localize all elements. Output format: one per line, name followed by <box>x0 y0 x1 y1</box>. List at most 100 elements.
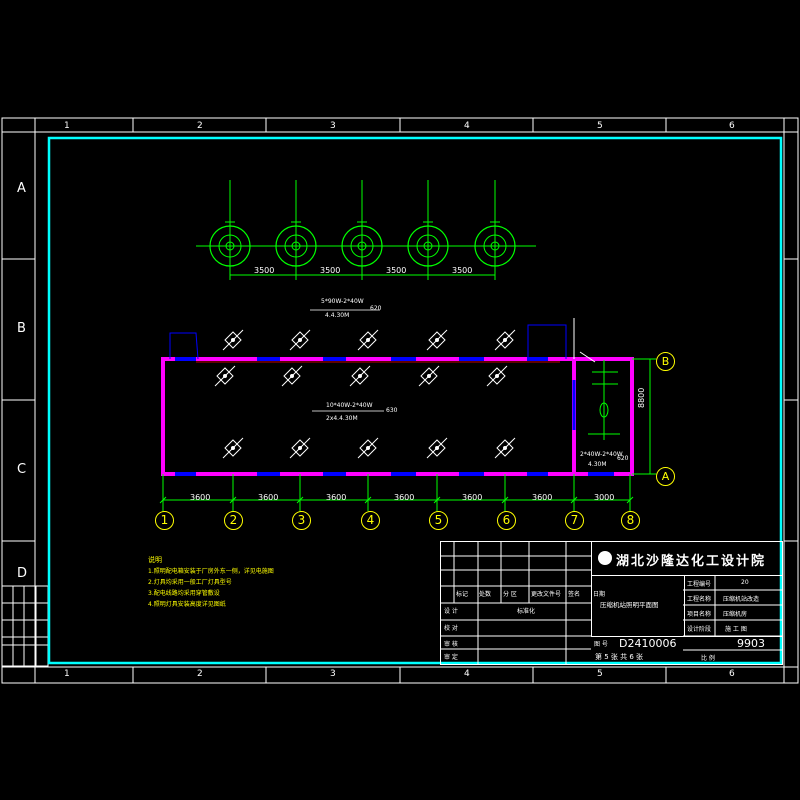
canopy-right <box>527 324 567 359</box>
lamp-icon <box>486 365 508 387</box>
lamp-dot <box>290 374 294 378</box>
top-circuit-label: 5*90W-2*40W <box>321 298 364 305</box>
sheet-number: 第 5 张 共 6 张 <box>595 653 644 661</box>
role-label: 设 计 <box>444 608 458 615</box>
ratio-label: 比 例 <box>701 655 715 662</box>
drawing-title: 压缩机站照明平面图 <box>600 601 659 609</box>
drawing-number-row: 图 号 D2410006 9903 第 5 张 共 6 张 比 例 <box>591 636 782 665</box>
dim-label: 3600 <box>326 493 347 502</box>
axis-bubble: 2 <box>224 511 243 530</box>
lamp-dot <box>366 446 370 450</box>
dim-label: 3600 <box>532 493 553 502</box>
dim-label: 3000 <box>594 493 615 502</box>
info-key: 工程名称 <box>687 596 712 603</box>
lamp-icon <box>426 329 448 351</box>
rev-col-label: 更改文件号 <box>531 591 562 598</box>
axis-number: 8 <box>626 513 635 527</box>
drawing-no: D2410006 <box>619 637 677 650</box>
small-room-suffix: 620 <box>617 455 629 462</box>
lamp-dot <box>366 338 370 342</box>
axis-bubble: B <box>656 352 675 371</box>
axis-bubble: 1 <box>155 511 174 530</box>
info-key: 设计阶段 <box>687 626 712 633</box>
lamp-icon <box>357 437 379 459</box>
rev-col-label: 分 区 <box>503 591 517 598</box>
mid-circuit-label: 10*40W-2*40W <box>326 402 373 409</box>
dim-label: 3600 <box>190 493 211 502</box>
axis-bubble: 5 <box>429 511 448 530</box>
company-logo-icon <box>598 551 612 565</box>
info-key: 工程编号 <box>687 581 712 588</box>
axis-bubble: 7 <box>565 511 584 530</box>
revision-grid <box>441 542 591 664</box>
lamp-icon <box>289 437 311 459</box>
floor-plan <box>159 309 656 511</box>
role-label: 审 定 <box>444 654 458 661</box>
rev-col-label: 处数 <box>479 591 492 598</box>
lamp-dot <box>435 446 439 450</box>
top-circuit-suffix: 620 <box>370 305 382 312</box>
info-val: 压缩机站改造 <box>723 596 760 603</box>
small-room-sub: 4.30M <box>588 461 607 468</box>
notes: 说明 1.照明配电箱安装于厂房外东一侧，详见电施图 2.灯具均采用一般工厂灯具型… <box>148 555 274 610</box>
note-item: 4.照明灯具安装高度详见图纸 <box>148 601 226 608</box>
lamp-dot <box>298 338 302 342</box>
title-block: 湖北沙隆达化工设计院 标记 处数 分 区 更改文件号 签名 日期 设 计 校 对… <box>440 541 783 665</box>
note-item: 2.灯具均采用一般工厂灯具型号 <box>148 579 232 586</box>
lamp-dot <box>503 446 507 450</box>
axis-letter: A <box>661 470 670 483</box>
axis-bubble: 6 <box>497 511 516 530</box>
note-item: 1.照明配电箱安装于厂房外东一侧，详见电施图 <box>148 568 274 575</box>
axis-number: 6 <box>502 513 511 527</box>
lamp-icon <box>222 437 244 459</box>
canopy-left <box>169 332 199 360</box>
lamp-icon <box>426 437 448 459</box>
lamp-dot <box>231 446 235 450</box>
axis-number: 5 <box>434 513 443 527</box>
company-header: 湖北沙隆达化工设计院 <box>591 542 783 576</box>
lamp-dot <box>495 374 499 378</box>
lamp-dot <box>231 338 235 342</box>
lamp-icon <box>289 329 311 351</box>
lamp-icon <box>494 437 516 459</box>
lamp-dot <box>223 374 227 378</box>
info-val: 20 <box>741 579 749 586</box>
axis-bubble: A <box>656 467 675 486</box>
date-value: 9903 <box>737 637 765 650</box>
lamp-dot <box>298 446 302 450</box>
depth-dim: 8800 <box>637 387 646 408</box>
lamp-icon <box>418 365 440 387</box>
lamp-icon <box>214 365 236 387</box>
company-name: 湖北沙隆达化工设计院 <box>616 554 767 569</box>
dim-label: 3600 <box>462 493 483 502</box>
axis-number: 2 <box>229 513 238 527</box>
info-val: 施 工 图 <box>725 626 747 633</box>
axis-number: 7 <box>570 513 579 527</box>
dim-label: 3600 <box>394 493 415 502</box>
lamp-dot <box>435 338 439 342</box>
standard-label: 标准化 <box>517 608 536 615</box>
rev-col-label: 签名 <box>568 591 581 598</box>
axis-bubble: 8 <box>621 511 640 530</box>
dim-label: 3600 <box>258 493 279 502</box>
info-val: 压缩机房 <box>723 611 748 618</box>
info-key: 项目名称 <box>687 611 712 618</box>
lamp-dot <box>358 374 362 378</box>
lamp-icon <box>349 365 371 387</box>
axis-number: 3 <box>297 513 306 527</box>
axis-number: 4 <box>366 513 375 527</box>
axis-bubble: 4 <box>361 511 380 530</box>
lamp-icon <box>494 329 516 351</box>
notes-title: 说明 <box>148 556 162 564</box>
rev-col-label: 标记 <box>456 591 469 598</box>
axis-letter: B <box>661 355 670 368</box>
lamp-icon <box>357 329 379 351</box>
mid-circuit-suffix: 630 <box>386 407 398 414</box>
drawing-title-cell: 压缩机站照明平面图 <box>591 575 685 636</box>
role-label: 校 对 <box>444 625 458 632</box>
lamp-dot <box>427 374 431 378</box>
axis-bubble: 3 <box>292 511 311 530</box>
lamp-dot <box>503 338 507 342</box>
note-item: 3.配电线路均采用穿管敷设 <box>148 590 220 597</box>
top-circuit-sub: 4.4.30M <box>325 312 350 319</box>
